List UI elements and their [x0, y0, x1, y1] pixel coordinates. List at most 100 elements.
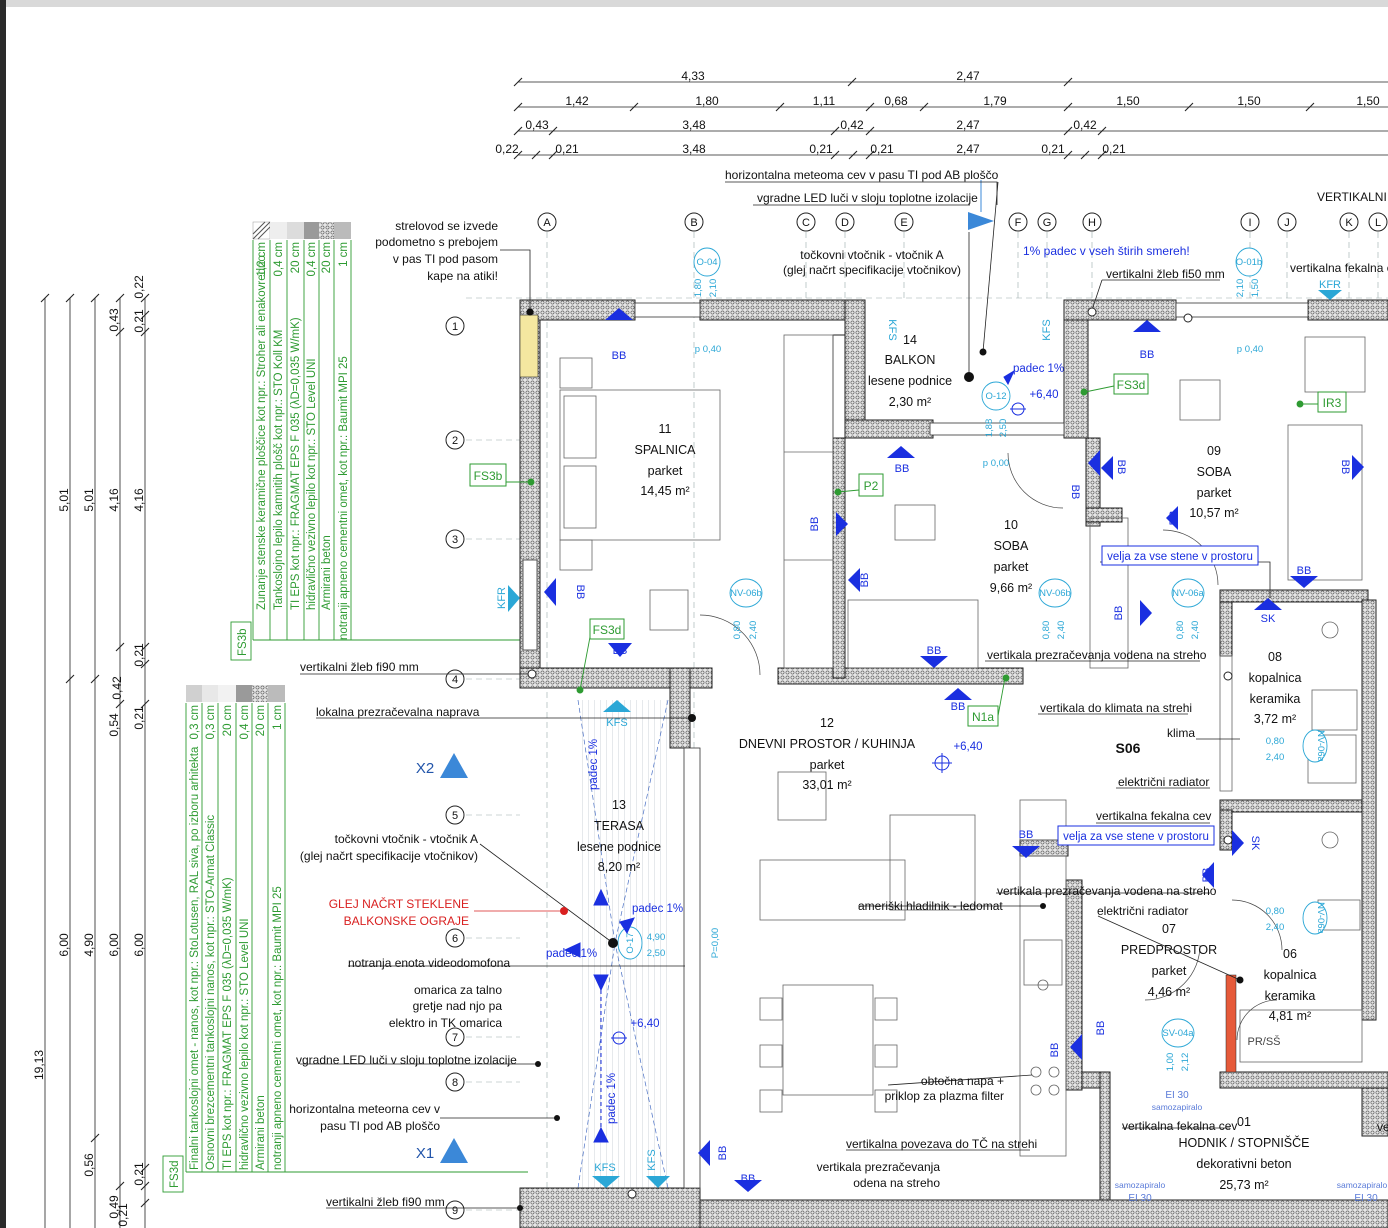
- wall-note: velja za vse stene v prostoru: [1107, 551, 1253, 563]
- bb-label: BB: [1339, 460, 1351, 475]
- note-led-top: vgradne LED luči v sloju toplotne izolac…: [757, 191, 978, 205]
- dim-label: 0,42: [110, 676, 124, 700]
- slope-label: padec 1%: [546, 948, 597, 960]
- samozapiralo-label: samozapiralo: [1337, 1180, 1388, 1190]
- legend-layer: notranji apneno cementni omet, kot npr.:…: [272, 886, 284, 1170]
- dim-label: 3,48: [682, 118, 706, 132]
- room-10: 10 SOBA parket 9,66 m²: [990, 518, 1032, 595]
- legend-thickness: 0,4 cm: [273, 242, 285, 277]
- legend-thickness: 1 cm: [338, 242, 350, 267]
- opening-tag: NV-06b: [730, 588, 762, 599]
- legend-thickness: 0,3 cm: [189, 705, 201, 740]
- legend-layer: Tankoslojno lepilo kamnitih plošč kot np…: [273, 330, 285, 610]
- bb-label: BB: [613, 645, 628, 657]
- svg-text:BALKON: BALKON: [885, 353, 936, 367]
- note-zleb90-a: vertikalni žleb fi90 mm: [300, 660, 419, 674]
- svg-text:8,20 m²: 8,20 m²: [598, 860, 640, 874]
- unit-label: S06: [1116, 740, 1141, 756]
- axis-label: K: [1345, 217, 1353, 229]
- svg-text:HODNIK / STOPNIŠČE: HODNIK / STOPNIŠČE: [1178, 1135, 1309, 1150]
- opening-dim: 2,40: [1056, 621, 1067, 640]
- svg-text:10,57 m²: 10,57 m²: [1189, 506, 1238, 520]
- opening-dim: p 0,40: [1237, 344, 1263, 355]
- dim-label: 4,16: [107, 488, 121, 512]
- opening-dim: p 0,40: [695, 344, 721, 355]
- opening-tag: NV-06a: [1172, 588, 1204, 599]
- note-fekalna-top: vertikalna fekalna c: [1290, 261, 1388, 275]
- dim-label: 0,21: [870, 142, 894, 156]
- opening-dim: 0,80: [1175, 621, 1186, 640]
- green-tag: FS3b: [474, 469, 503, 483]
- dim-label: 4,33: [681, 69, 705, 83]
- dim-label: 0,22: [495, 142, 519, 156]
- note-napa: obtočna napa +: [921, 1074, 1004, 1088]
- note-napa: priklop za plazma filter: [885, 1089, 1004, 1103]
- svg-text:4,81 m²: 4,81 m²: [1269, 1009, 1311, 1023]
- prss-label: PR/SŠ: [1247, 1035, 1280, 1048]
- axis-label: D: [841, 217, 849, 229]
- axis-label: B: [690, 217, 697, 229]
- note-rad1: električni radiator: [1118, 775, 1209, 789]
- note-led-bottom: vgradne LED luči v sloju toplotne izolac…: [296, 1053, 517, 1067]
- bb-label: BB: [1168, 511, 1180, 526]
- dim-label: 2,47: [956, 118, 980, 132]
- note-videodomofon: notranja enota videodomofona: [348, 956, 510, 970]
- dim-label: 0,21: [132, 1162, 146, 1186]
- opening-tag: NV-06a: [1315, 730, 1326, 762]
- green-tag: FS3d: [1117, 378, 1146, 392]
- legend-layer: Armirani beton: [321, 535, 333, 610]
- bb-label: BB: [1140, 349, 1155, 361]
- svg-text:dekorativni beton: dekorativni beton: [1196, 1157, 1291, 1171]
- legend-layer: Zunanje stenske keramične ploščice kot n…: [256, 255, 268, 610]
- room-08: 08 kopalnica keramika 3,72 m²: [1249, 650, 1302, 726]
- legend-layer: TI EPS kot npr.: FRAGMAT EPS F 035 (λD=0…: [222, 877, 234, 1170]
- floor-plan-drawing: 4,33 2,47 1,42 1,80 1,11 0,68 1,79 1,50 …: [32, 69, 1388, 1228]
- legend-layer: hidravlično vezivno lepilo kot npr.: STO…: [239, 918, 251, 1170]
- legend-thickness: 20 cm: [321, 242, 333, 273]
- dim-label: 1,42: [565, 94, 589, 108]
- dim-label: 5,01: [57, 488, 71, 512]
- note-povezava-tc: vertikalna povezava do TČ na strehi: [846, 1136, 1037, 1151]
- opening-dim: 1,00: [1165, 1053, 1176, 1072]
- legend-layer: hidravlično vezivno lepilo kot npr.: STO…: [306, 358, 318, 610]
- kfs-label: KFS: [594, 1162, 615, 1174]
- svg-text:10: 10: [1004, 518, 1018, 532]
- dim-label: 0,22: [132, 275, 146, 299]
- note-strelovod: strelovod se izvede: [395, 219, 498, 233]
- dim-label: 0,42: [840, 118, 864, 132]
- note-glej-ograje: BALKONSKE OGRAJE: [344, 914, 469, 928]
- dim-label: 6,00: [57, 933, 71, 957]
- bb-label: BB: [1297, 565, 1312, 577]
- samozapiralo-label: samozapiralo: [1115, 1180, 1166, 1190]
- note-hladilnik: ameriški hladilnik - ledomat: [858, 899, 1003, 913]
- legend-thickness: 1,2 cm: [256, 242, 268, 277]
- dimension-chains-left: [40, 293, 150, 1228]
- dim-label: 6,00: [132, 933, 146, 957]
- opening-dim: 0,80: [1266, 906, 1285, 917]
- svg-text:parket: parket: [1152, 964, 1187, 978]
- sk-label: SK: [1249, 836, 1261, 851]
- slope-label: padec 1%: [1013, 363, 1064, 375]
- kfs-label: KFS: [1041, 319, 1053, 340]
- dim-label: 0,21: [132, 643, 146, 667]
- bb-label: BB: [574, 585, 586, 600]
- note-zleb90-b: vertikalni žleb fi90 mm: [326, 1195, 445, 1209]
- svg-text:SPALNICA: SPALNICA: [635, 443, 697, 457]
- svg-text:SOBA: SOBA: [1197, 465, 1232, 479]
- svg-text:parket: parket: [810, 758, 845, 772]
- axis-label: 3: [452, 534, 458, 546]
- axis-label: 7: [452, 1032, 458, 1044]
- section-x1: X1: [416, 1145, 434, 1162]
- note-zleb50: vertikalni žleb fi50 mm: [1106, 267, 1225, 281]
- bb-label: BB: [1113, 606, 1125, 621]
- svg-text:01: 01: [1237, 1115, 1251, 1129]
- legend-thickness: 1 cm: [272, 705, 284, 730]
- dim-label: 0,21: [132, 706, 146, 730]
- samozapiralo-label: samozapiralo: [1152, 1102, 1203, 1112]
- svg-text:keramika: keramika: [1250, 692, 1301, 706]
- dim-label: 0,56: [82, 1153, 96, 1177]
- svg-text:2,30 m²: 2,30 m²: [889, 395, 931, 409]
- axis-label: 5: [452, 810, 458, 822]
- bb-label: BB: [741, 1173, 756, 1185]
- level-label: +6,40: [953, 741, 982, 753]
